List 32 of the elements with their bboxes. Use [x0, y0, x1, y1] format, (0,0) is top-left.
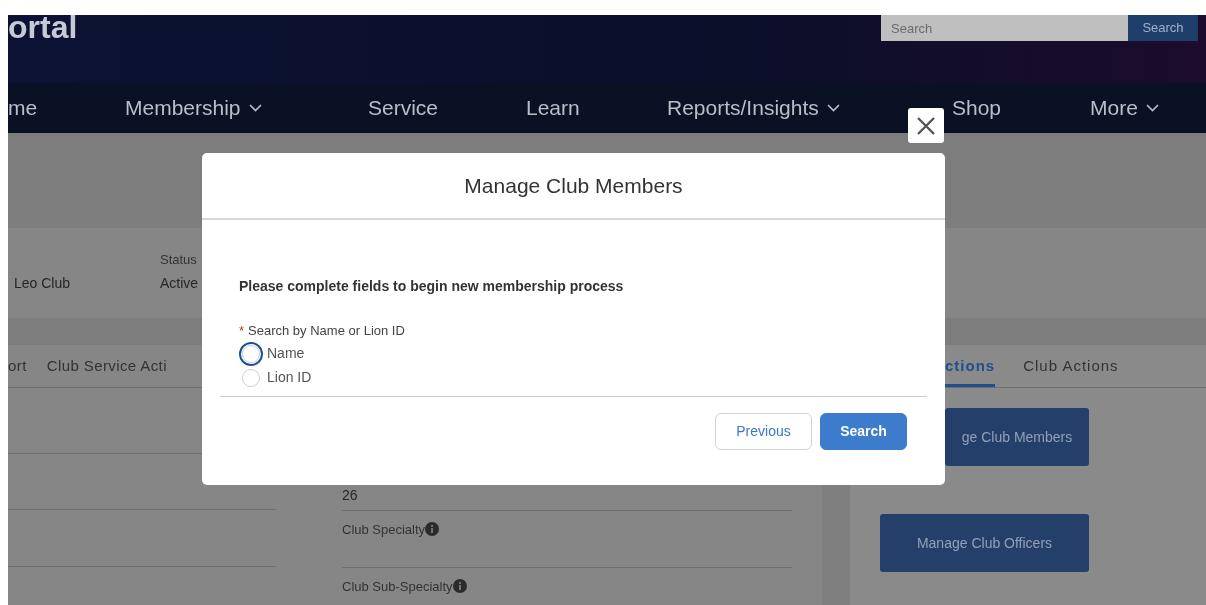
instruction-text: Please complete fields to begin new membership process: [239, 277, 625, 296]
field-label: Club Sub-Specialty: [342, 579, 467, 594]
action-button[interactable]: ge Club Members: [945, 408, 1089, 466]
status-label: Status: [160, 250, 198, 269]
field-label: * Search by Name or Lion ID: [239, 322, 406, 340]
search-button[interactable]: Search: [1128, 15, 1198, 41]
club-name: Leo Club: [14, 274, 72, 293]
tab[interactable]: Club Service Acti: [46, 345, 167, 387]
field-value: 26: [342, 487, 358, 503]
action-button[interactable]: Manage Club Officers: [880, 514, 1089, 572]
field-label: Club Specialty: [342, 522, 440, 537]
previous-button[interactable]: Previous: [715, 413, 812, 450]
logo-text: ortal: [8, 15, 78, 39]
search-button[interactable]: Search: [820, 413, 907, 450]
nav-item[interactable]: me: [8, 92, 125, 124]
search-field[interactable]: Search: [881, 15, 1128, 41]
status-value: Active: [160, 274, 199, 293]
nav-item[interactable]: Shop: [952, 92, 1090, 124]
required-marker: *: [239, 323, 245, 338]
tab[interactable]: ort: [8, 345, 27, 387]
nav-item[interactable]: More: [1090, 92, 1206, 124]
radio-label: Lion ID: [267, 368, 312, 387]
radio-label: Name: [267, 344, 305, 363]
close-button[interactable]: [908, 108, 944, 143]
radio-button[interactable]: [242, 368, 260, 387]
tab[interactable]: Club Actions: [1023, 345, 1119, 387]
nav-item[interactable]: Reports/Insights: [667, 92, 952, 124]
nav-item[interactable]: Membership: [125, 92, 368, 124]
nav-item[interactable]: Learn: [526, 92, 667, 124]
nav-item[interactable]: Service: [368, 92, 526, 124]
modal-title: Manage Club Members: [464, 172, 683, 199]
close-icon: [916, 115, 936, 136]
